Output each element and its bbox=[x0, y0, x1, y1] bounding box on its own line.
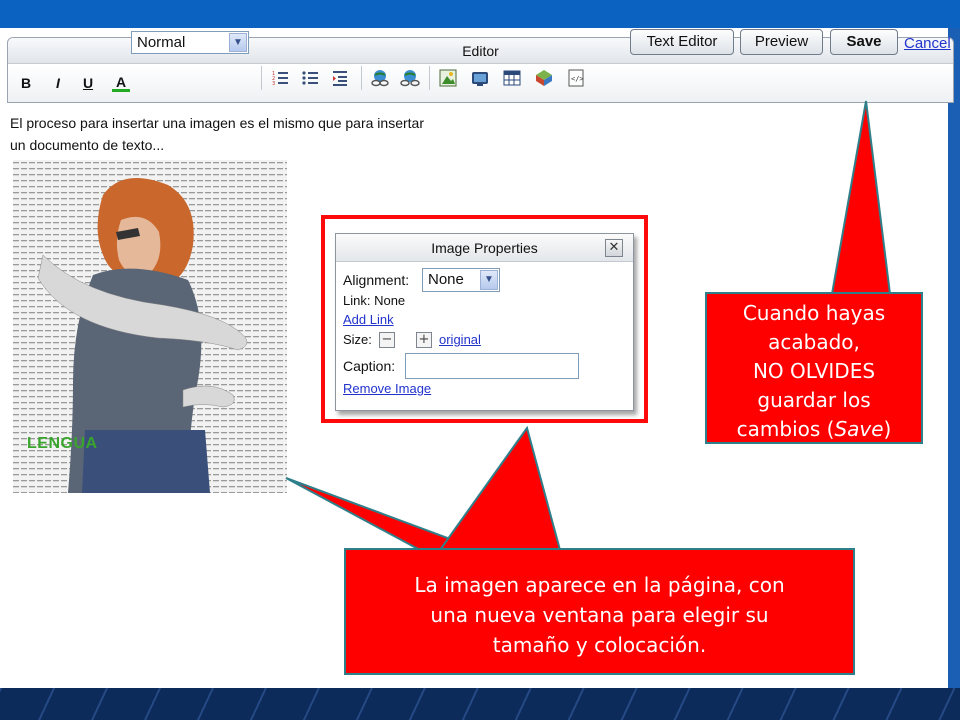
callout-line: tamaño y colocación. bbox=[492, 633, 707, 657]
callout-line: NO OLVIDES bbox=[752, 359, 876, 383]
save-reminder-callout: Cuando hayas acabado, NO OLVIDES guardar… bbox=[705, 292, 923, 444]
callout-line: La imagen aparece en la página, con bbox=[414, 573, 785, 597]
image-explanation-callout: La imagen aparece en la página, con una … bbox=[344, 548, 855, 675]
callout-line: guardar los bbox=[757, 388, 871, 412]
callout-text: ) bbox=[883, 417, 892, 441]
callout-line: una nueva ventana para elegir su bbox=[430, 603, 769, 627]
callout-line: cambios (Save) bbox=[707, 415, 921, 444]
callout-text: cambios ( bbox=[736, 417, 835, 441]
callout-line: acabado, bbox=[768, 330, 860, 354]
callout-emphasis: Save bbox=[834, 417, 884, 441]
callout-line: Cuando hayas bbox=[742, 301, 886, 325]
